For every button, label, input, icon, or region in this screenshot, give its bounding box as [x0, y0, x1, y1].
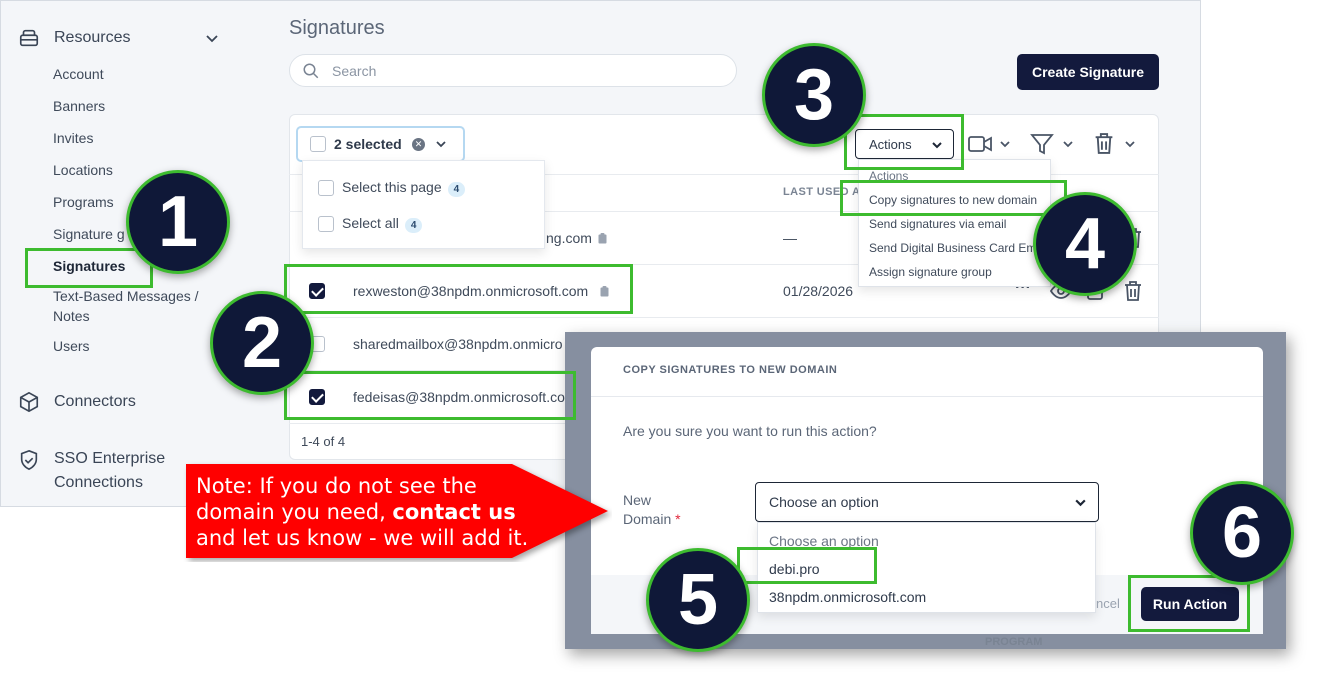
cube-icon: [19, 391, 39, 413]
sidebar-item-account[interactable]: Account: [53, 66, 104, 82]
sidebar-section-resources[interactable]: Resources: [18, 27, 130, 49]
step-badge-2: 2: [210, 291, 314, 395]
selected-count-label: 2 selected: [334, 136, 402, 152]
option-onmicrosoft[interactable]: 38npdm.onmicrosoft.com: [769, 589, 926, 605]
count-badge: 4: [404, 218, 423, 233]
table-row-last-used: 01/28/2026: [783, 283, 854, 299]
filter-icon[interactable]: [1030, 133, 1054, 155]
required-mark: *: [675, 511, 681, 527]
modal-title: COPY SIGNATURES TO NEW DOMAIN: [623, 364, 838, 376]
field-label-domain: Domain *: [623, 511, 681, 527]
menu-item-send-via-email[interactable]: Send signatures via email: [869, 217, 1006, 231]
highlight-signatures: [25, 248, 153, 288]
sidebar-item-invites[interactable]: Invites: [53, 130, 93, 146]
pagination-label: 1-4 of 4: [301, 434, 346, 449]
modal-question: Are you sure you want to run this action…: [623, 423, 877, 439]
select-page-option[interactable]: Select this page 4: [342, 179, 466, 197]
step-badge-1: 1: [126, 170, 230, 274]
note-line-3: and let us know - we will add it.: [196, 526, 529, 550]
step-badge-5: 5: [646, 548, 750, 652]
sidebar-item-programs[interactable]: Programs: [53, 194, 114, 210]
video-icon[interactable]: [968, 134, 992, 154]
sidebar-item-users[interactable]: Users: [53, 338, 90, 354]
select-page-checkbox[interactable]: [318, 180, 334, 196]
table-divider: [289, 317, 1159, 318]
highlight-actions: [844, 114, 964, 170]
search-icon: [303, 63, 319, 78]
shield-check-icon: [20, 449, 38, 471]
highlight-debi-pro: [737, 547, 877, 584]
sidebar-item-banners[interactable]: Banners: [53, 98, 105, 114]
bulk-select-checkbox[interactable]: [310, 136, 326, 152]
highlight-row-rexweston: [284, 264, 633, 314]
field-label-text: Domain: [623, 511, 672, 527]
highlight-copy-signatures: [840, 180, 1067, 216]
note-line-1: Note: If you do not see the: [196, 474, 477, 498]
sidebar-item-signature-groups[interactable]: Signature g: [53, 226, 125, 242]
search-input[interactable]: Search: [289, 54, 737, 87]
trash-icon[interactable]: [1094, 132, 1114, 155]
search-placeholder: Search: [332, 62, 377, 79]
modal-divider: [591, 396, 1263, 397]
chevron-down-icon[interactable]: [999, 138, 1011, 150]
note-line-2-text: domain you need,: [196, 500, 393, 524]
sidebar-section-connectors[interactable]: Connectors: [18, 391, 136, 413]
sidebar-section-label: Connectors: [54, 393, 136, 410]
highlight-row-fedeisas: [284, 371, 576, 420]
step-badge-4: 4: [1033, 192, 1137, 296]
clipboard-icon: [598, 233, 607, 244]
select-value: Choose an option: [769, 494, 879, 510]
selection-menu: [302, 160, 545, 249]
chevron-down-icon: [1075, 499, 1086, 507]
step-badge-6: 6: [1190, 481, 1294, 585]
page-title: Signatures: [289, 17, 385, 39]
sidebar-item-text-messages[interactable]: Text-Based Messages /: [53, 288, 199, 304]
clear-selection-icon[interactable]: ✕: [412, 138, 425, 151]
table-row-last-used: —: [783, 230, 797, 246]
step-badge-3: 3: [762, 43, 866, 147]
sidebar-item-notes[interactable]: Notes: [53, 308, 90, 324]
note-line-2: domain you need, contact us: [196, 499, 528, 525]
sidebar-section-label-2: Connections: [54, 474, 143, 491]
select-all-label: Select all: [342, 215, 399, 231]
new-domain-select[interactable]: Choose an option: [755, 482, 1099, 522]
table-row-email[interactable]: sharedmailbox@38npdm.onmicro: [353, 336, 563, 352]
menu-item-assign-group[interactable]: Assign signature group: [869, 265, 992, 279]
sidebar-section-label: Resources: [54, 29, 131, 46]
column-header-program: PROGRAM: [985, 636, 1043, 648]
field-label-new: New: [623, 492, 652, 508]
sidebar-section-label: SSO Enterprise: [54, 450, 166, 467]
chevron-down-icon[interactable]: [204, 30, 220, 46]
cancel-button[interactable]: ncel: [1096, 596, 1120, 611]
count-badge: 4: [447, 182, 466, 197]
create-signature-button[interactable]: Create Signature: [1017, 54, 1159, 90]
note-text: Note: If you do not see the domain you n…: [196, 473, 528, 551]
trash-icon[interactable]: [1124, 280, 1142, 302]
chevron-down-icon[interactable]: [1124, 138, 1136, 150]
sidebar-item-locations[interactable]: Locations: [53, 162, 113, 178]
table-row-email[interactable]: ng.com: [546, 230, 592, 246]
chevron-down-icon[interactable]: [435, 138, 447, 150]
select-all-checkbox[interactable]: [318, 216, 334, 232]
actions-menu: Actions Copy signatures to new domain Se…: [858, 159, 1051, 287]
menu-item-send-business-card[interactable]: Send Digital Business Card Ema: [869, 241, 1043, 255]
sidebar-section-sso[interactable]: SSO Enterprise Connections: [18, 447, 165, 495]
chevron-down-icon[interactable]: [1062, 138, 1074, 150]
box-stack-icon: [19, 29, 39, 47]
contact-us-link: contact us: [392, 500, 516, 524]
select-page-label: Select this page: [342, 179, 442, 195]
select-all-option[interactable]: Select all 4: [342, 215, 423, 233]
